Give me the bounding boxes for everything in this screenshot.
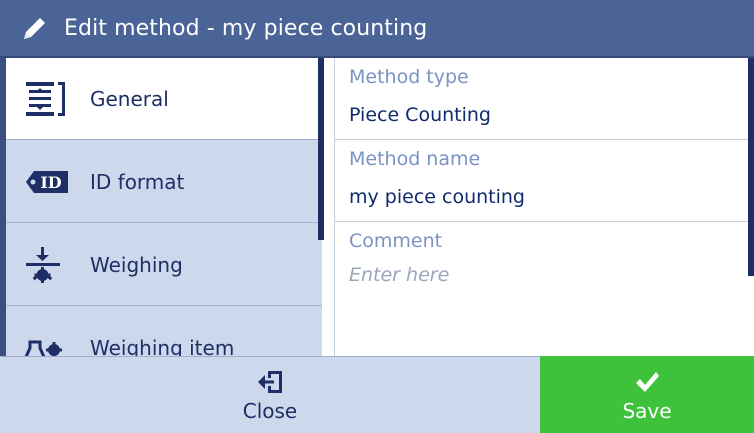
- comment-label: Comment: [349, 230, 443, 252]
- checkmark-icon: [633, 367, 661, 397]
- detail-pane: Method type Piece Counting Method name m…: [334, 58, 749, 356]
- svg-text:ID: ID: [40, 173, 61, 192]
- method-type-field: Method type Piece Counting: [335, 58, 749, 140]
- pencil-icon: [24, 18, 45, 39]
- id-tag-icon: ID: [24, 162, 84, 202]
- weighing-gear-icon: [24, 245, 84, 285]
- general-list-icon: [24, 79, 84, 119]
- comment-input[interactable]: Enter here: [349, 264, 449, 286]
- nav-item-id-format[interactable]: ID ID format: [6, 141, 322, 223]
- comment-field[interactable]: Comment Enter here: [335, 222, 749, 356]
- nav-item-label: Weighing item: [90, 335, 235, 357]
- nav-item-label: ID format: [90, 169, 185, 194]
- method-name-label: Method name: [349, 148, 481, 170]
- nav-item-label: Weighing: [90, 252, 183, 277]
- save-button[interactable]: Save: [540, 356, 754, 433]
- save-label: Save: [622, 398, 672, 423]
- nav-item-weighing[interactable]: Weighing: [6, 224, 322, 306]
- nav-pane: General ID ID format Weighing Weighing i…: [0, 58, 322, 356]
- title-bar: Edit method - my piece counting: [0, 0, 754, 58]
- window-title: Edit method - my piece counting: [64, 15, 428, 41]
- exit-door-icon: [256, 367, 284, 397]
- close-label: Close: [242, 399, 298, 423]
- method-type-value: Piece Counting: [349, 104, 491, 126]
- close-button[interactable]: Close: [0, 356, 540, 433]
- nav-item-weighing-item[interactable]: Weighing item: [6, 307, 322, 356]
- nav-scrollbar[interactable]: [318, 58, 324, 240]
- nav-item-label: General: [90, 86, 169, 111]
- detail-scrollbar-track: [748, 276, 754, 356]
- bottom-action-bar: Close Save: [0, 356, 754, 433]
- method-name-field[interactable]: Method name my piece counting: [335, 140, 749, 222]
- method-type-label: Method type: [349, 66, 469, 88]
- nav-item-general[interactable]: General: [6, 58, 322, 140]
- weighing-item-flask-icon: [24, 328, 84, 356]
- method-name-value[interactable]: my piece counting: [349, 186, 525, 208]
